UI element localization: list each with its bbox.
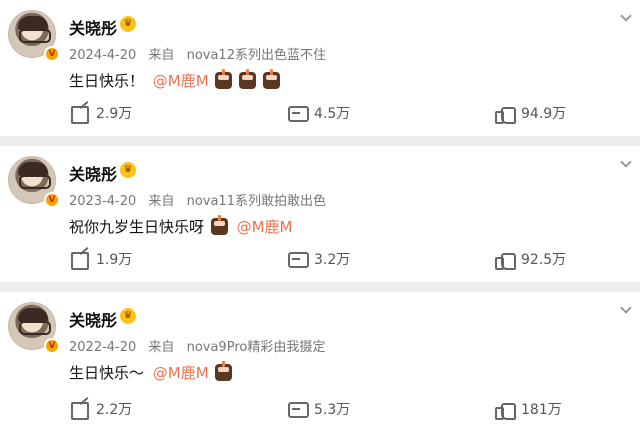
verified-badge-icon: V: [44, 46, 60, 62]
comment-count: 4.5万: [314, 106, 351, 122]
vip-icon: ♛: [120, 308, 136, 324]
username[interactable]: 关晓彤: [69, 307, 117, 331]
like-count: 92.5万: [521, 252, 567, 268]
post-meta: 2022-4-20 来自 nova9Pro精彩由我摄定: [69, 336, 325, 355]
chevron-down-icon[interactable]: [620, 156, 632, 168]
action-bar: 2.2万 5.3万 181万: [0, 396, 640, 422]
avatar[interactable]: V: [8, 156, 60, 208]
repost-icon: [70, 401, 89, 420]
mention-link[interactable]: @M鹿M: [153, 364, 209, 382]
cake-icon: [215, 69, 233, 89]
post-text: 生日快乐！: [69, 72, 145, 90]
post-card-2022: V 关晓彤 ♛ 2022-4-20 来自 nova9Pro精彩由我摄定 生日快乐…: [0, 292, 640, 432]
comment-icon: [288, 105, 309, 122]
avatar[interactable]: V: [8, 302, 60, 354]
post-date[interactable]: 2024-4-20: [69, 48, 136, 63]
verified-badge-icon: V: [44, 338, 60, 354]
chevron-down-icon[interactable]: [620, 302, 632, 314]
like-button[interactable]: 92.5万: [495, 246, 566, 272]
post-meta: 2023-4-20 来自 nova11系列敢拍敢出色: [69, 190, 326, 209]
comment-button[interactable]: 3.2万: [288, 246, 350, 272]
cake-icon: [263, 69, 281, 89]
weibo-feed: V 关晓彤 ♛ 2024-4-20 来自 nova12系列出色蓝不住 生日快乐！…: [0, 0, 640, 432]
post-card-2024: V 关晓彤 ♛ 2024-4-20 来自 nova12系列出色蓝不住 生日快乐！…: [0, 0, 640, 136]
comment-icon: [288, 251, 309, 268]
vip-icon: ♛: [120, 16, 136, 32]
username[interactable]: 关晓彤: [69, 161, 117, 185]
post-card-2023: V 关晓彤 ♛ 2023-4-20 来自 nova11系列敢拍敢出色 祝你九岁生…: [0, 146, 640, 282]
comment-count: 5.3万: [314, 402, 351, 418]
cake-icon: [215, 361, 233, 381]
repost-count: 2.9万: [96, 106, 133, 122]
action-bar: 1.9万 3.2万 92.5万: [0, 246, 640, 272]
like-icon: [495, 401, 516, 420]
repost-icon: [70, 251, 89, 270]
like-count: 181万: [521, 402, 562, 418]
avatar[interactable]: V: [8, 10, 60, 62]
username[interactable]: 关晓彤: [69, 15, 117, 39]
like-icon: [495, 251, 516, 270]
mention-link[interactable]: @M鹿M: [153, 72, 209, 90]
repost-button[interactable]: 1.9万: [70, 246, 132, 272]
post-content: 生日快乐～ @M鹿M: [69, 361, 233, 383]
verified-badge-icon: V: [44, 192, 60, 208]
post-content: 生日快乐！ @M鹿M: [69, 69, 281, 91]
cake-icon: [210, 215, 228, 235]
like-icon: [495, 105, 516, 124]
chevron-down-icon[interactable]: [620, 10, 632, 22]
cake-icon: [239, 69, 257, 89]
mention-link[interactable]: @M鹿M: [237, 218, 293, 236]
post-date[interactable]: 2023-4-20: [69, 194, 136, 209]
post-source[interactable]: nova12系列出色蓝不住: [187, 48, 326, 63]
post-content: 祝你九岁生日快乐呀 @M鹿M: [69, 215, 293, 237]
source-prefix: 来自: [148, 194, 175, 209]
post-text: 祝你九岁生日快乐呀: [69, 218, 205, 236]
post-text: 生日快乐～: [69, 364, 145, 382]
action-bar: 2.9万 4.5万 94.9万: [0, 100, 640, 126]
source-prefix: 来自: [148, 340, 175, 355]
vip-icon: ♛: [120, 162, 136, 178]
repost-count: 1.9万: [96, 252, 133, 268]
repost-button[interactable]: 2.9万: [70, 100, 132, 126]
comment-button[interactable]: 5.3万: [288, 396, 350, 422]
source-prefix: 来自: [148, 48, 175, 63]
repost-count: 2.2万: [96, 402, 133, 418]
comment-button[interactable]: 4.5万: [288, 100, 350, 126]
post-meta: 2024-4-20 来自 nova12系列出色蓝不住: [69, 44, 326, 63]
like-count: 94.9万: [521, 106, 567, 122]
like-button[interactable]: 181万: [495, 396, 562, 422]
comment-count: 3.2万: [314, 252, 351, 268]
post-source[interactable]: nova9Pro精彩由我摄定: [187, 340, 326, 355]
post-source[interactable]: nova11系列敢拍敢出色: [187, 194, 326, 209]
repost-button[interactable]: 2.2万: [70, 396, 132, 422]
repost-icon: [70, 105, 89, 124]
post-date[interactable]: 2022-4-20: [69, 340, 136, 355]
comment-icon: [288, 401, 309, 418]
like-button[interactable]: 94.9万: [495, 100, 566, 126]
